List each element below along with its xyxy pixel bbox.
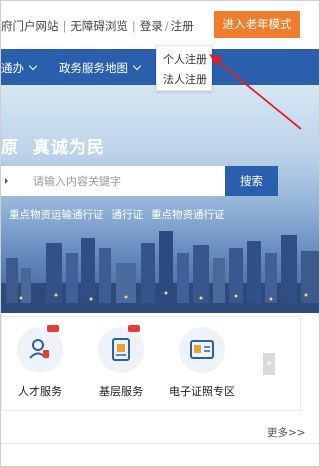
service-label: 电子证照专区 bbox=[169, 385, 235, 398]
chevron-down-icon bbox=[132, 61, 142, 71]
hotword-link[interactable]: 通行证 bbox=[112, 209, 144, 221]
hero-banner: 原 真诚为民 搜索 重点物资运输通行证通行证重点物资通行证 bbox=[1, 85, 319, 313]
divider bbox=[1, 443, 319, 444]
slash: / bbox=[164, 19, 169, 33]
slogan-part: 真诚为民 bbox=[32, 138, 105, 158]
service-icon-wrapper bbox=[98, 325, 144, 373]
more-link[interactable]: 更多>> bbox=[267, 425, 306, 440]
chevron-down-icon bbox=[28, 61, 38, 71]
service-label: 人才服务 bbox=[18, 385, 62, 398]
new-badge-icon bbox=[47, 325, 59, 332]
search-input[interactable] bbox=[21, 166, 225, 196]
slogan-part: 原 bbox=[1, 138, 19, 158]
city-skyline-image bbox=[1, 231, 319, 313]
id-card-icon bbox=[190, 340, 214, 359]
hot-keywords: 重点物资运输通行证 通行证 重点物资通行证 bbox=[9, 207, 233, 222]
hero-slogan: 原 真诚为民 bbox=[1, 133, 105, 158]
top-links: 府门户网站 | 无障碍浏览 | 登录 / 注册 bbox=[1, 18, 194, 34]
top-bar: 府门户网站 | 无障碍浏览 | 登录 / 注册 进入老年模式 bbox=[1, 1, 319, 49]
nav-item-tongban[interactable]: 通办 bbox=[1, 60, 38, 76]
personal-register-item[interactable]: 个人注册 bbox=[163, 51, 207, 67]
nav-item-label: 政务服务地图 bbox=[59, 61, 128, 75]
elder-mode-button[interactable]: 进入老年模式 bbox=[214, 11, 300, 38]
service-item-talent[interactable]: 人才服务 bbox=[1, 325, 80, 399]
new-badge-icon bbox=[128, 325, 140, 332]
service-label: 基层服务 bbox=[99, 385, 143, 398]
hotword-link[interactable]: 重点物资通行证 bbox=[151, 209, 225, 221]
portal-link[interactable]: 府门户网站 bbox=[1, 19, 59, 33]
service-item-e-license[interactable]: 电子证照专区 bbox=[162, 327, 242, 399]
caret-right-icon bbox=[5, 178, 8, 184]
search-bar: 搜索 bbox=[1, 166, 278, 196]
register-link[interactable]: 注册 bbox=[171, 19, 194, 33]
service-item-grassroots[interactable]: 基层服务 bbox=[81, 325, 161, 399]
document-badge-icon bbox=[112, 338, 130, 361]
service-icon-wrapper bbox=[179, 327, 225, 373]
corporate-register-item[interactable]: 法人注册 bbox=[163, 71, 207, 87]
separator: | bbox=[131, 19, 136, 33]
register-dropdown: 个人注册 法人注册 bbox=[156, 45, 212, 91]
service-panel: 人才服务 基层服务 电子证照专区 bbox=[1, 316, 301, 411]
separator: | bbox=[62, 19, 67, 33]
login-link[interactable]: 登录 bbox=[140, 19, 163, 33]
hotword-link[interactable]: 重点物资运输通行证 bbox=[9, 209, 104, 221]
next-arrow-button[interactable]: » bbox=[263, 353, 275, 375]
browser-frame: 府门户网站 | 无障碍浏览 | 登录 / 注册 进入老年模式 通办 政务服务地图 原 真诚为… bbox=[0, 0, 320, 467]
nav-item-label: 通办 bbox=[1, 61, 24, 75]
person-icon bbox=[29, 339, 49, 359]
service-icon-wrapper bbox=[17, 325, 63, 373]
nav-item-service-map[interactable]: 政务服务地图 bbox=[59, 60, 142, 76]
accessibility-link[interactable]: 无障碍浏览 bbox=[70, 19, 128, 33]
search-button[interactable]: 搜索 bbox=[225, 166, 278, 196]
search-category-select[interactable] bbox=[1, 166, 21, 196]
